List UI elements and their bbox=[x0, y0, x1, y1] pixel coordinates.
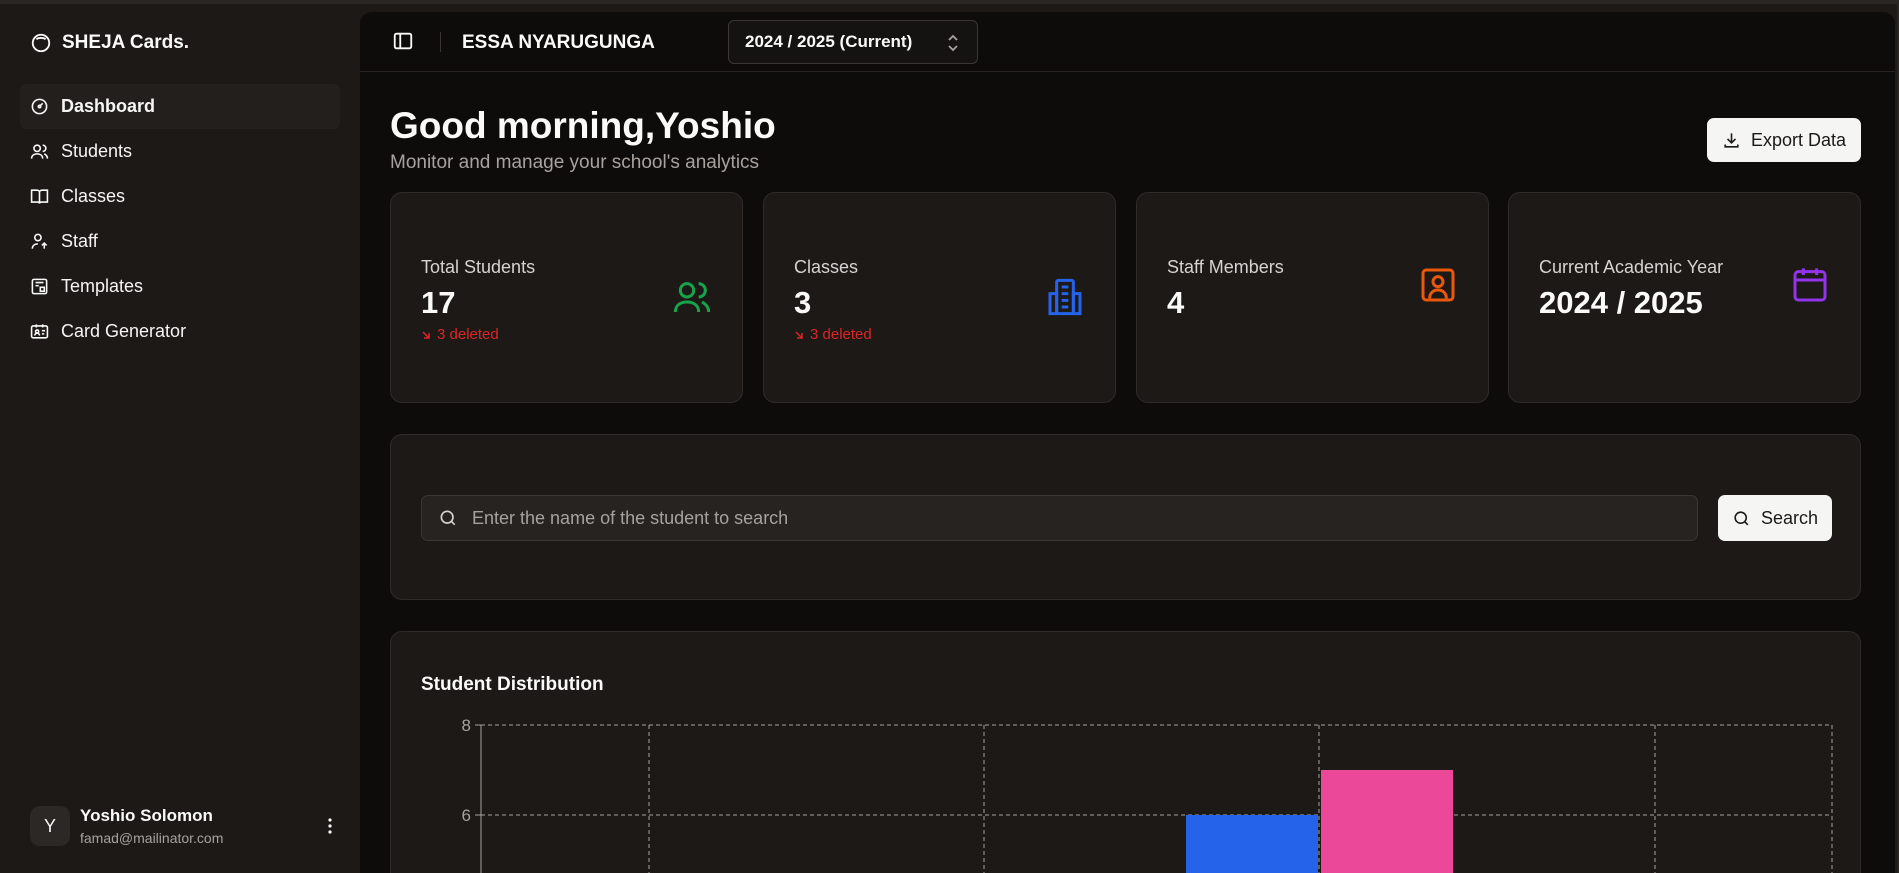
stat-card-classes: Classes 3 3 deleted bbox=[763, 192, 1116, 403]
arrow-down-right-icon bbox=[422, 330, 430, 339]
template-icon bbox=[31, 278, 48, 295]
stat-label: Total Students bbox=[421, 257, 536, 277]
sidebar-item-card-generator[interactable]: Card Generator bbox=[20, 309, 340, 354]
academic-year-value: 2024 / 2025 (Current) bbox=[745, 32, 913, 51]
sidebar-item-label: Templates bbox=[61, 276, 144, 296]
sidebar-item-label: Classes bbox=[61, 186, 126, 206]
search-icon bbox=[440, 510, 456, 526]
users-icon bbox=[30, 144, 49, 159]
sidebar-item-dashboard[interactable]: Dashboard bbox=[20, 84, 340, 129]
download-icon bbox=[1724, 132, 1739, 148]
student-distribution-panel: Student Distribution 68 bbox=[390, 631, 1861, 873]
export-data-button[interactable]: Export Data bbox=[1707, 118, 1861, 162]
page-subtitle: Monitor and manage your school's analyti… bbox=[390, 152, 760, 173]
topbar: ESSA NYARUGUNGA 2024 / 2025 (Current) bbox=[360, 12, 1895, 72]
stat-delta: 3 deleted bbox=[421, 326, 499, 343]
user-name: Yoshio Solomon bbox=[80, 806, 213, 825]
sidebar-item-label: Staff bbox=[61, 231, 98, 251]
book-open-icon bbox=[30, 189, 49, 204]
user-info: Yoshio Solomon famad@mailinator.com bbox=[80, 806, 320, 846]
page-title: Good morning,Yoshio bbox=[390, 105, 776, 146]
avatar: Y bbox=[30, 806, 70, 846]
sidebar-item-templates[interactable]: Templates bbox=[20, 264, 340, 309]
stat-value: 2024 / 2025 bbox=[1539, 285, 1703, 320]
more-vertical-icon[interactable] bbox=[320, 812, 340, 840]
user-email: famad@mailinator.com bbox=[80, 830, 224, 846]
stat-card-staff: Staff Members 4 bbox=[1136, 192, 1489, 403]
student-distribution-chart: 68 bbox=[462, 716, 1833, 873]
id-card-icon bbox=[30, 324, 49, 339]
contact-icon bbox=[1421, 268, 1455, 302]
chart-bar bbox=[1186, 815, 1318, 873]
logo-icon bbox=[31, 33, 51, 53]
y-tick-label: 6 bbox=[462, 806, 471, 825]
stat-value: 4 bbox=[1167, 285, 1185, 320]
search-input[interactable] bbox=[472, 507, 1672, 529]
sidebar-toggle-icon[interactable] bbox=[392, 30, 414, 52]
chevrons-up-down-icon bbox=[948, 34, 958, 52]
arrow-down-right-icon bbox=[795, 330, 803, 339]
stat-label: Staff Members bbox=[1167, 257, 1284, 277]
search-field[interactable] bbox=[421, 495, 1698, 541]
stat-card-students: Total Students 17 3 deleted bbox=[390, 192, 743, 403]
search-button-label: Search bbox=[1760, 507, 1819, 528]
stat-label: Classes bbox=[794, 257, 859, 277]
sidebar-nav: Dashboard Students Classes Staff Templat… bbox=[20, 84, 340, 354]
gauge-icon bbox=[31, 98, 48, 115]
stat-value: 17 bbox=[421, 285, 456, 320]
search-icon bbox=[1734, 510, 1749, 525]
school-name: ESSA NYARUGUNGA bbox=[462, 32, 655, 53]
academic-year-select[interactable]: 2024 / 2025 (Current) bbox=[728, 20, 978, 64]
user-plus-icon bbox=[31, 233, 48, 249]
stat-delta: 3 deleted bbox=[794, 326, 872, 343]
sidebar-item-label: Students bbox=[61, 141, 133, 161]
stat-card-academic-year: Current Academic Year 2024 / 2025 bbox=[1508, 192, 1861, 403]
sidebar: SHEJA Cards. Dashboard Students Classes … bbox=[0, 4, 360, 873]
user-menu[interactable]: Y Yoshio Solomon famad@mailinator.com bbox=[30, 802, 340, 850]
sidebar-item-label: Card Generator bbox=[61, 321, 187, 341]
sidebar-item-label: Dashboard bbox=[61, 96, 156, 116]
y-tick-label: 8 bbox=[462, 716, 471, 735]
export-data-label: Export Data bbox=[1750, 129, 1847, 150]
sidebar-item-classes[interactable]: Classes bbox=[20, 174, 340, 219]
sidebar-item-students[interactable]: Students bbox=[20, 129, 340, 174]
chart-bar bbox=[1321, 770, 1453, 873]
topbar-divider bbox=[440, 32, 441, 52]
main-panel: ESSA NYARUGUNGA 2024 / 2025 (Current) Go… bbox=[360, 12, 1895, 873]
student-search-panel: Search bbox=[390, 434, 1861, 600]
brand[interactable]: SHEJA Cards. bbox=[30, 32, 189, 54]
stat-delta-text: 3 deleted bbox=[437, 326, 499, 343]
search-button[interactable]: Search bbox=[1718, 495, 1832, 541]
users-icon bbox=[673, 282, 711, 313]
stat-delta-text: 3 deleted bbox=[810, 326, 872, 343]
stat-value: 3 bbox=[794, 285, 812, 320]
brand-name: SHEJA Cards. bbox=[62, 32, 190, 53]
sidebar-item-staff[interactable]: Staff bbox=[20, 219, 340, 264]
building-icon bbox=[1048, 278, 1082, 316]
calendar-icon bbox=[1793, 268, 1827, 302]
stat-label: Current Academic Year bbox=[1539, 257, 1724, 277]
